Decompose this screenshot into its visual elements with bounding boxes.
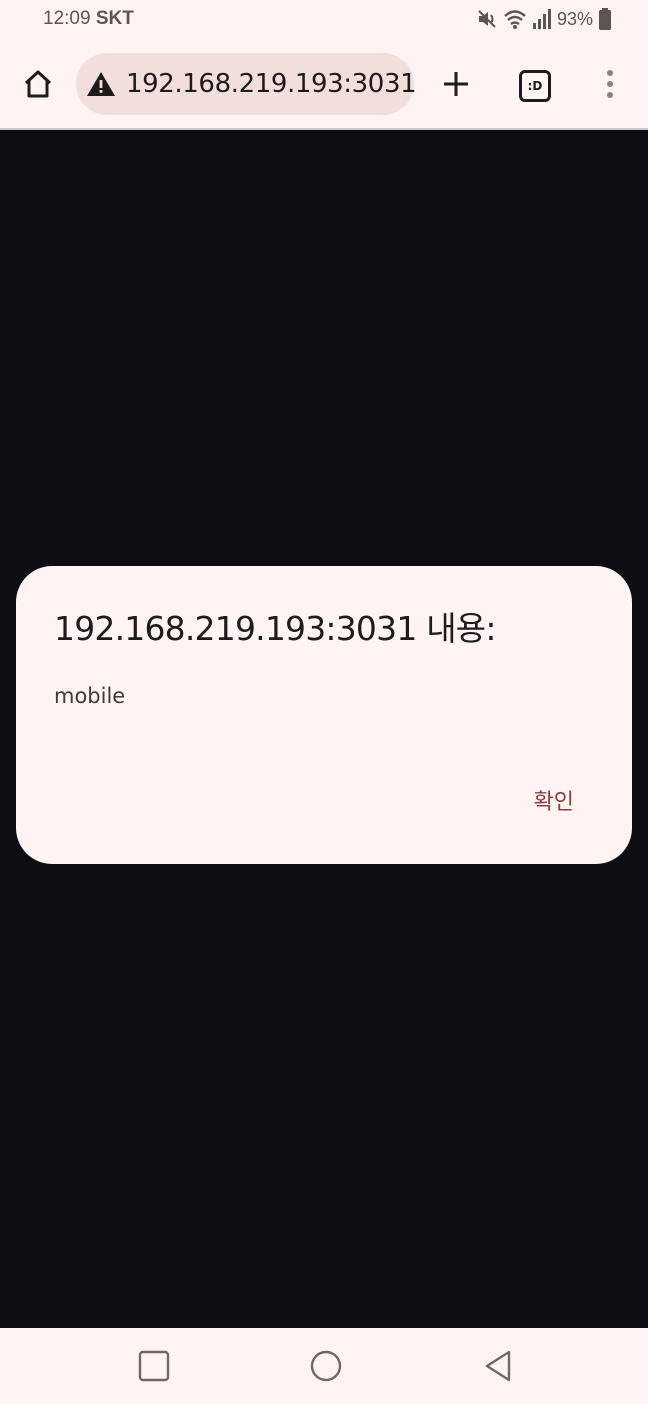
dialog-message: mobile xyxy=(54,684,126,708)
warning-icon[interactable] xyxy=(86,70,116,98)
status-carrier: SKT xyxy=(95,8,134,29)
tab-switcher-button[interactable]: :D xyxy=(511,62,559,110)
status-time: 12:09 xyxy=(43,8,91,29)
recents-icon xyxy=(137,1349,171,1387)
dialog-title: 192.168.219.193:3031 내용: xyxy=(54,609,496,648)
more-vert-icon xyxy=(606,69,614,103)
home-button[interactable] xyxy=(14,62,62,110)
tabs-icon: :D xyxy=(519,70,551,102)
status-icons: 93% xyxy=(476,8,612,30)
plus-icon xyxy=(442,70,470,102)
status-bar: 12:09 SKT 93% xyxy=(0,0,648,40)
mute-icon xyxy=(476,8,498,30)
battery-icon xyxy=(598,8,612,30)
home-icon xyxy=(22,68,54,104)
omnibox[interactable]: 192.168.219.193:3031 xyxy=(76,53,417,115)
more-menu-button[interactable] xyxy=(586,62,634,110)
navigation-bar xyxy=(0,1328,648,1404)
confirm-button[interactable]: 확인 xyxy=(534,784,574,816)
new-tab-button[interactable] xyxy=(432,62,480,110)
home-circle-icon xyxy=(309,1349,343,1387)
browser-toolbar: 192.168.219.193:3031 :D xyxy=(0,40,648,130)
nav-home-button[interactable] xyxy=(306,1348,346,1388)
wifi-icon xyxy=(503,8,527,30)
recents-button[interactable] xyxy=(134,1348,174,1388)
url-text[interactable]: 192.168.219.193:3031 xyxy=(126,69,417,99)
alert-dialog: 192.168.219.193:3031 내용: mobile 확인 xyxy=(16,566,632,864)
back-icon xyxy=(481,1349,515,1387)
phone-screen: 12:09 SKT 93% 192.168.219.193:3031:D 19… xyxy=(0,0,648,1404)
status-time-group: 12:09 SKT xyxy=(43,8,134,30)
back-button[interactable] xyxy=(478,1348,518,1388)
battery-percent: 93% xyxy=(556,8,593,29)
signal-icon xyxy=(532,9,552,29)
